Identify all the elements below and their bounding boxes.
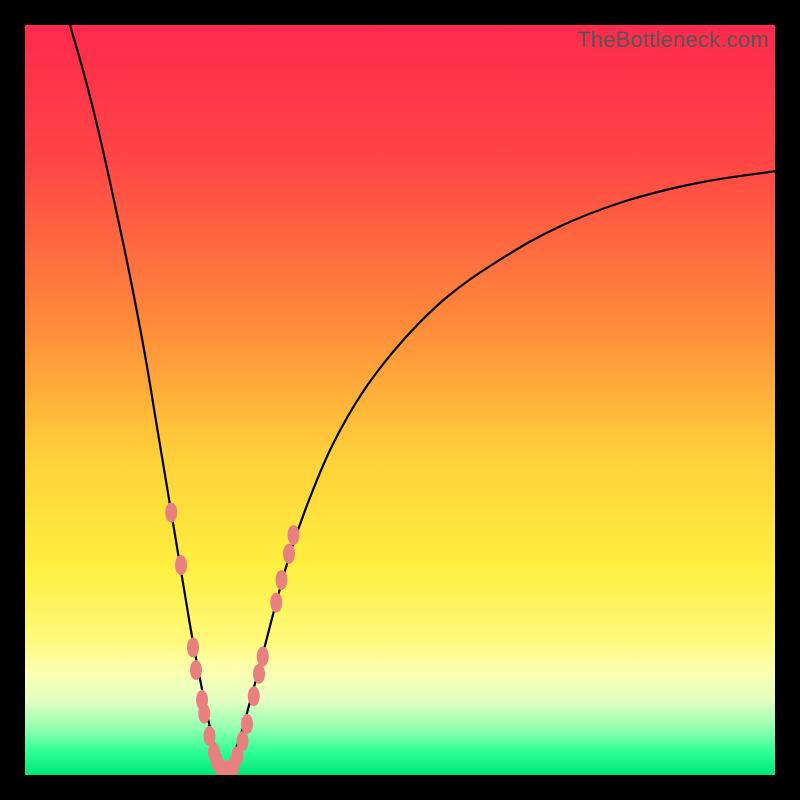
data-marker (198, 704, 210, 724)
data-marker (190, 660, 202, 680)
data-marker (276, 570, 288, 590)
data-marker (237, 731, 249, 751)
data-marker (187, 638, 199, 658)
chart-frame: TheBottleneck.com (0, 0, 800, 800)
data-marker (165, 503, 177, 523)
curve-left-branch (70, 25, 222, 771)
data-marker (175, 555, 187, 575)
plot-area: TheBottleneck.com (25, 25, 775, 775)
curve-right-branch (222, 171, 775, 771)
curve-layer (25, 25, 775, 775)
data-marker (270, 593, 282, 613)
watermark-text: TheBottleneck.com (577, 27, 769, 53)
data-marker (253, 664, 265, 684)
data-marker (283, 544, 295, 564)
data-marker (288, 525, 300, 545)
data-marker (257, 647, 269, 667)
data-marker (248, 686, 260, 706)
data-marker (241, 714, 253, 734)
